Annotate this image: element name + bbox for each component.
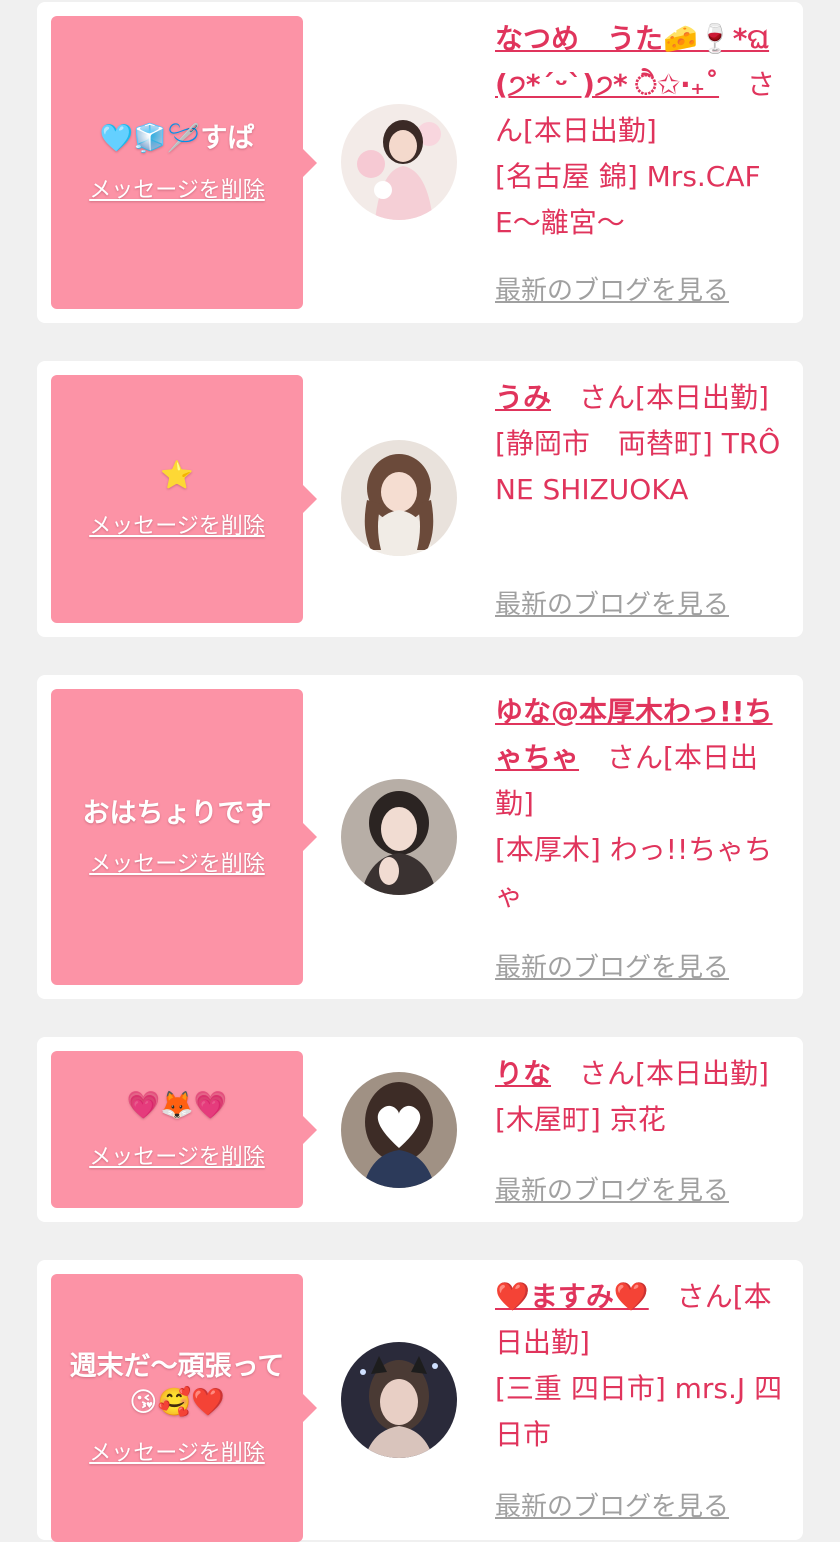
avatar[interactable] (341, 779, 457, 895)
message-text: 💗🦊💗 (126, 1090, 228, 1122)
cast-name-link[interactable]: うみ (495, 381, 551, 414)
cast-info: ゆな@本厚木わっ!!ちゃちゃ さん[本日出勤] [本厚木] わっ!!ちゃちゃ (495, 689, 787, 919)
message-bubble: 🩵🧊🪡すぱ メッセージを削除 (51, 16, 317, 309)
latest-blog-link[interactable]: 最新のブログを見る (495, 1486, 729, 1523)
avatar[interactable] (341, 1342, 457, 1458)
cast-status: さん[本日出勤] (551, 1057, 769, 1090)
delete-message-link[interactable]: メッセージを削除 (89, 1435, 265, 1467)
cast-info: うみ さん[本日出勤] [静岡市 両替町] TRÔNE SHIZUOKA (495, 375, 787, 513)
delete-message-link[interactable]: メッセージを削除 (89, 172, 265, 204)
favorite-card: 週末だ〜頑張って😘🥰❤️ メッセージを削除 ❤️ますみ❤️ さん[本日出勤] [… (37, 1260, 803, 1542)
delete-message-link[interactable]: メッセージを削除 (89, 1139, 265, 1171)
favorite-card: 🩵🧊🪡すぱ メッセージを削除 なつめ うた🧀🍷*ଘ(੭*ˊᵕˋ)੭* ੈ✩‧₊˚… (37, 2, 803, 323)
message-text: 🩵🧊🪡すぱ (99, 123, 255, 155)
shop-name: [三重 四日市] mrs.J 四日市 (495, 1372, 783, 1451)
shop-name: [木屋町] 京花 (495, 1103, 666, 1136)
cast-info: りな さん[本日出勤] [木屋町] 京花 (495, 1051, 787, 1143)
message-bubble: 💗🦊💗 メッセージを削除 (51, 1051, 317, 1208)
shop-name: [名古屋 錦] Mrs.CAFE〜離宮〜 (495, 160, 761, 239)
latest-blog-link[interactable]: 最新のブログを見る (495, 1170, 729, 1207)
favorite-card: 💗🦊💗 メッセージを削除 りな さん[本日出勤] [木屋町] 京花 最新のブログ… (37, 1037, 803, 1222)
favorite-card: おはちょりです メッセージを削除 ゆな@本厚木わっ!!ちゃちゃ さん[本日出勤]… (37, 675, 803, 999)
latest-blog-link[interactable]: 最新のブログを見る (495, 947, 729, 984)
message-text: ⭐️ (160, 459, 194, 491)
latest-blog-link[interactable]: 最新のブログを見る (495, 270, 729, 307)
cast-info: ❤️ますみ❤️ さん[本日出勤] [三重 四日市] mrs.J 四日市 (495, 1274, 787, 1458)
avatar[interactable] (341, 440, 457, 556)
message-bubble: ⭐️ メッセージを削除 (51, 375, 317, 623)
message-bubble: おはちょりです メッセージを削除 (51, 689, 317, 985)
cast-status: さん[本日出勤] (551, 381, 769, 414)
cast-info: なつめ うた🧀🍷*ଘ(੭*ˊᵕˋ)੭* ੈ✩‧₊˚ さん[本日出勤] [名古屋 … (495, 16, 787, 246)
cast-name-link[interactable]: ❤️ますみ❤️ (495, 1280, 649, 1313)
shop-name: [本厚木] わっ!!ちゃちゃ (495, 833, 773, 912)
delete-message-link[interactable]: メッセージを削除 (89, 846, 265, 878)
cast-name-link[interactable]: りな (495, 1057, 551, 1090)
delete-message-link[interactable]: メッセージを削除 (89, 508, 265, 540)
latest-blog-link[interactable]: 最新のブログを見る (495, 584, 729, 621)
avatar[interactable] (341, 104, 457, 220)
message-text: 週末だ〜頑張って😘🥰❤️ (69, 1350, 285, 1418)
message-bubble: 週末だ〜頑張って😘🥰❤️ メッセージを削除 (51, 1274, 317, 1542)
favorite-card: ⭐️ メッセージを削除 うみ さん[本日出勤] [静岡市 両替町] TRÔNE … (37, 361, 803, 637)
avatar[interactable] (341, 1072, 457, 1188)
message-text: おはちょりです (82, 797, 272, 829)
shop-name: [静岡市 両替町] TRÔNE SHIZUOKA (495, 427, 781, 506)
